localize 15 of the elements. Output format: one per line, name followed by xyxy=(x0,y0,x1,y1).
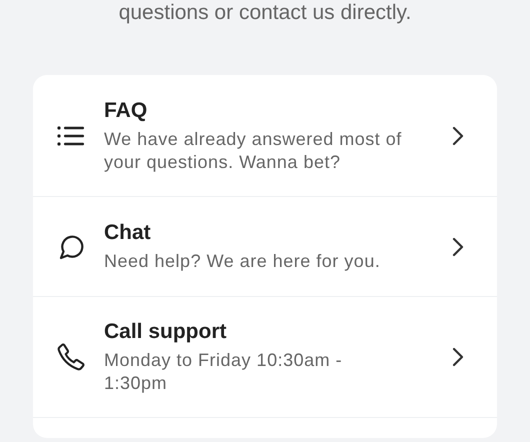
chevron-right-icon xyxy=(452,347,464,367)
chevron-right-icon xyxy=(452,126,464,146)
chevron-right-icon xyxy=(452,236,464,256)
option-title: FAQ xyxy=(104,98,148,124)
option-title: Call support xyxy=(104,319,228,345)
support-option[interactable]: Chat Need help? We are here for you. xyxy=(33,197,497,297)
list-icon xyxy=(56,124,84,146)
option-description: Monday to Friday 10:30am - 1:30pm xyxy=(104,349,344,395)
option-title: Chat xyxy=(104,220,152,246)
support-option[interactable]: FAQ We have already answered most of your questions. Wanna bet? xyxy=(33,75,497,197)
phone-icon xyxy=(56,342,86,372)
support-option[interactable]: Call support Monday to Friday 10:30am - 1:30pm xyxy=(33,297,497,418)
option-description: We have already answered most of your questions. Wanna bet? xyxy=(104,128,403,174)
intro-text: questions or contact us directly. xyxy=(118,0,412,26)
option-description: Need help? We are here for you. xyxy=(104,250,382,273)
